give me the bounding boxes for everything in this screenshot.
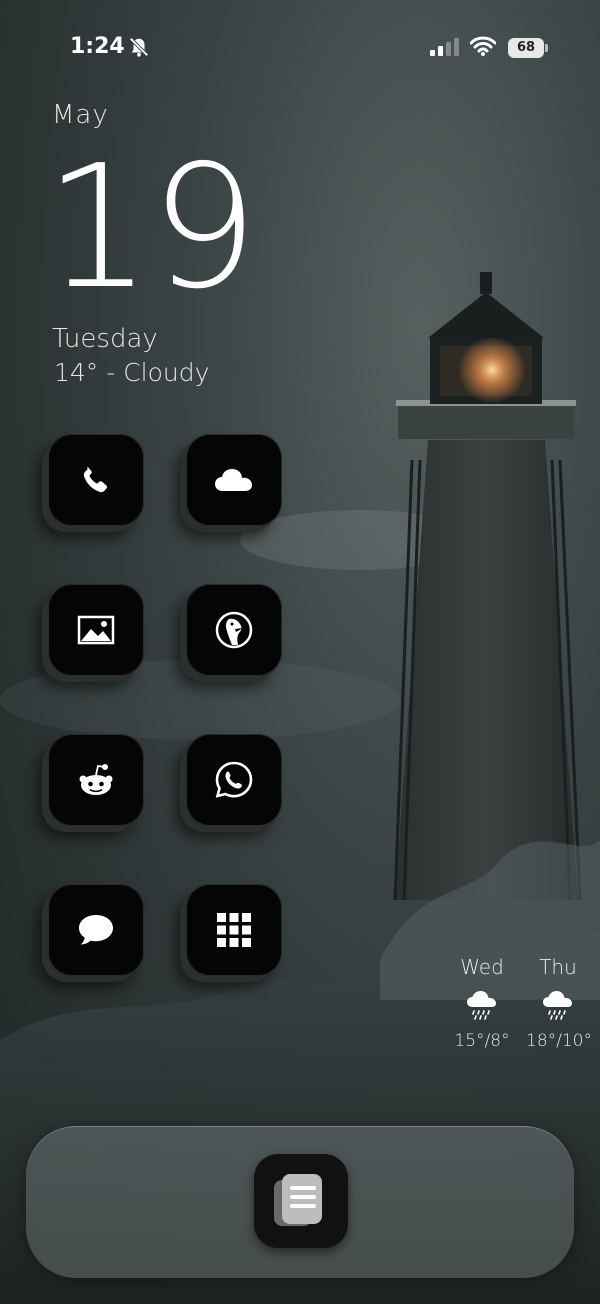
- stack-icon: [274, 1174, 322, 1226]
- rain-cloud-icon: [467, 991, 496, 1020]
- forecast-temps: 18°/10°: [526, 1031, 592, 1051]
- notes-app[interactable]: [254, 1154, 348, 1248]
- cellular-signal-icon: [430, 38, 459, 56]
- grid-icon: [217, 913, 251, 947]
- date-day: 19: [44, 129, 258, 327]
- forecast-thu: Thu 18°/10°: [526, 955, 592, 1051]
- messages-app[interactable]: [48, 884, 144, 976]
- forecast-temps: 15°/8°: [454, 1031, 510, 1051]
- chat-bubble-icon: [79, 915, 113, 945]
- forecast-wed: Wed 15°/8°: [452, 955, 512, 1051]
- photos-app[interactable]: [48, 584, 144, 676]
- battery-tip: [545, 44, 548, 52]
- duckduckgo-app[interactable]: [186, 584, 282, 676]
- whatsapp-icon: [215, 761, 253, 798]
- phone-icon: [83, 466, 108, 493]
- rain-cloud-icon: [543, 991, 572, 1020]
- phone-app[interactable]: [48, 434, 144, 526]
- forecast-day: Thu: [539, 955, 577, 979]
- image-icon: [77, 615, 115, 645]
- weather-app[interactable]: [186, 434, 282, 526]
- app-drawer[interactable]: [186, 884, 282, 976]
- battery-level: 68: [508, 38, 544, 58]
- status-bar: 1:24 68: [0, 0, 600, 90]
- silent-mode-icon: [129, 37, 149, 57]
- cloud-icon: [215, 469, 252, 491]
- date-month: May: [52, 100, 109, 130]
- whatsapp-app[interactable]: [186, 734, 282, 826]
- reddit-app[interactable]: [48, 734, 144, 826]
- status-time: 1:24: [70, 34, 125, 59]
- date-weekday: Tuesday: [52, 324, 158, 354]
- forecast-day: Wed: [460, 955, 504, 979]
- wifi-icon: [470, 36, 496, 56]
- current-weather: 14° - Cloudy: [54, 358, 210, 387]
- duck-icon: [215, 611, 253, 649]
- reddit-icon: [79, 764, 113, 795]
